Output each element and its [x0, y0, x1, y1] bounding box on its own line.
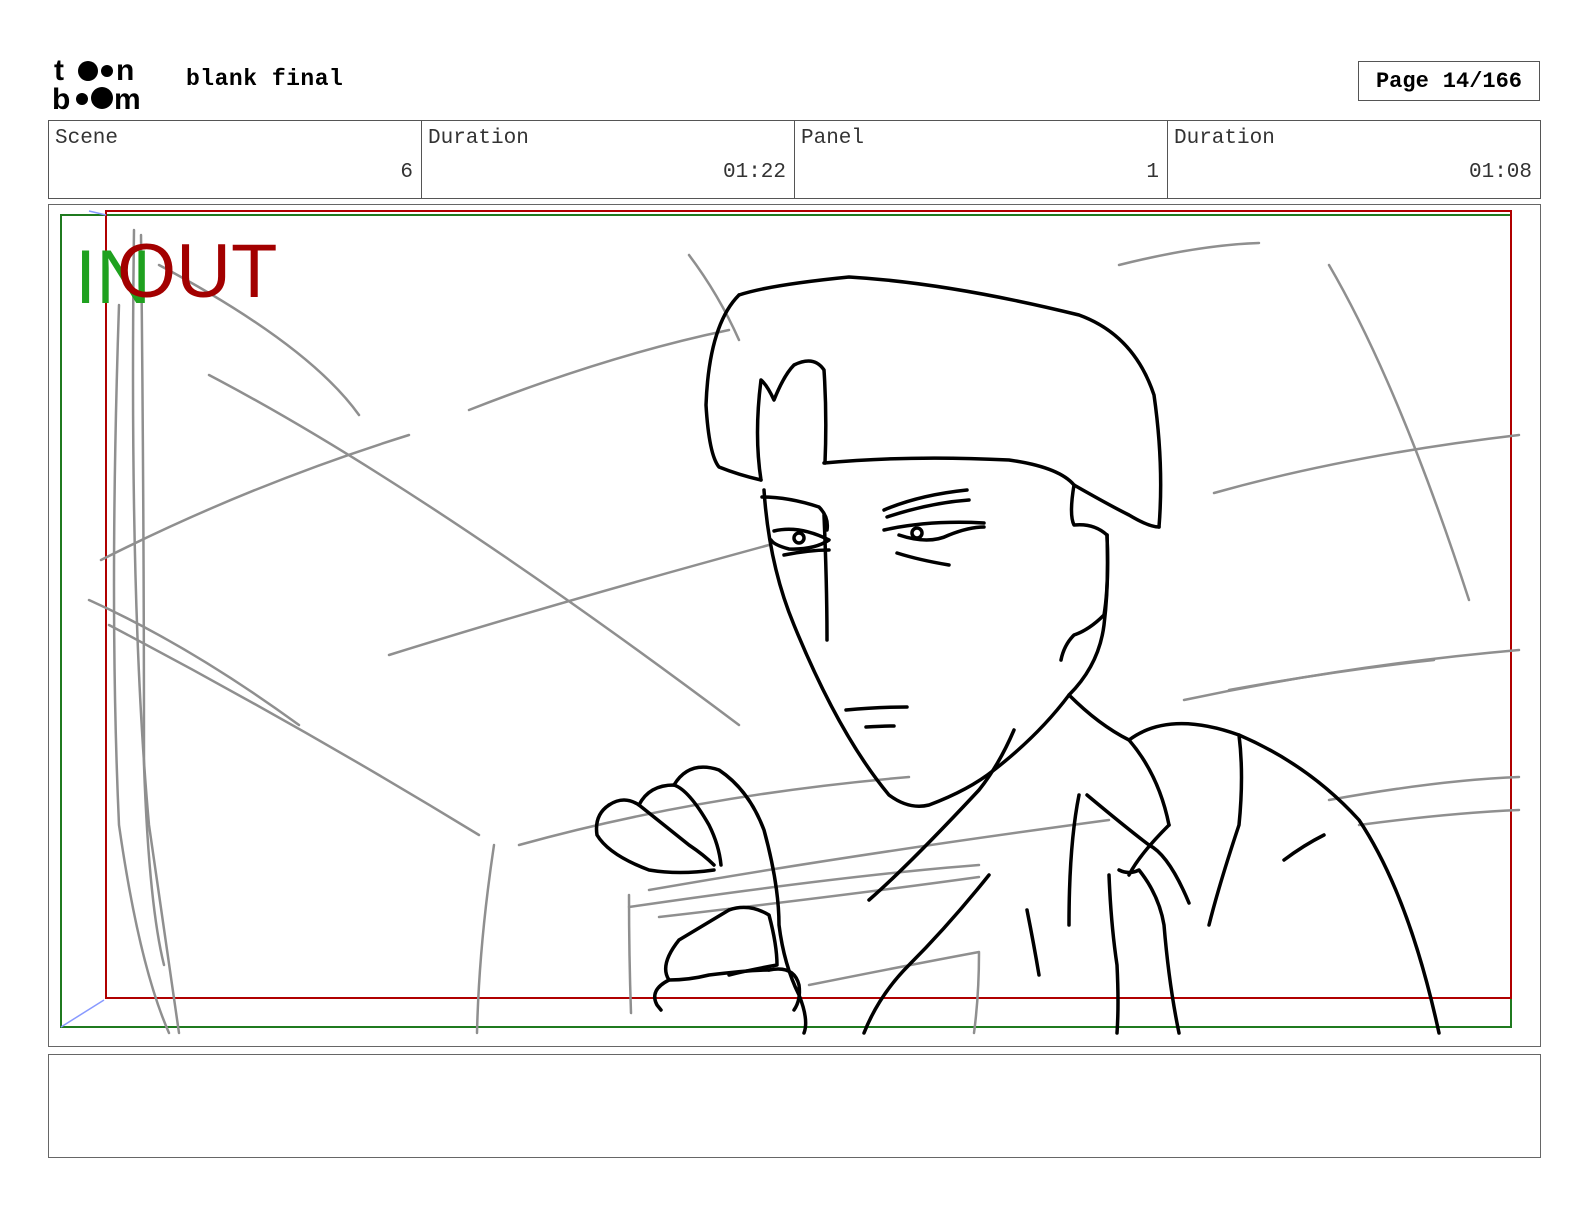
- sketch-canvas: IN OUT: [60, 210, 1521, 1035]
- panel-duration-label: Duration: [1174, 127, 1275, 150]
- in-frame: [60, 214, 1512, 1028]
- panel-value: 1: [1146, 161, 1159, 184]
- page-indicator: Page 14/166: [1358, 61, 1540, 101]
- toon-boom-logo: t n b m: [52, 52, 164, 112]
- panel-cell: Panel 1: [795, 121, 1168, 198]
- scene-cell: Scene 6: [49, 121, 422, 198]
- document-title: blank final: [186, 66, 344, 92]
- toon-boom-logo-icon: t n b m: [52, 54, 141, 112]
- dialog-notes-box: [48, 1054, 1541, 1158]
- scene-info-table: Scene 6 Duration 01:22 Panel 1 Duration …: [48, 120, 1541, 199]
- storyboard-panel: IN OUT: [48, 204, 1541, 1047]
- scene-duration-label: Duration: [428, 127, 529, 150]
- scene-label: Scene: [55, 127, 119, 150]
- page-number: 14/166: [1442, 68, 1523, 94]
- out-marker: OUT: [117, 229, 277, 314]
- scene-value: 6: [400, 161, 413, 184]
- page-label: Page: [1375, 68, 1429, 94]
- out-frame: [105, 210, 1512, 999]
- scene-duration-value: 01:22: [722, 161, 786, 184]
- scene-duration-cell: Duration 01:22: [422, 121, 795, 198]
- panel-label: Panel: [801, 127, 865, 150]
- panel-duration-value: 01:08: [1468, 161, 1532, 184]
- svg-text:b: b: [52, 83, 70, 112]
- svg-text:m: m: [114, 83, 141, 112]
- panel-duration-cell: Duration 01:08: [1168, 121, 1540, 198]
